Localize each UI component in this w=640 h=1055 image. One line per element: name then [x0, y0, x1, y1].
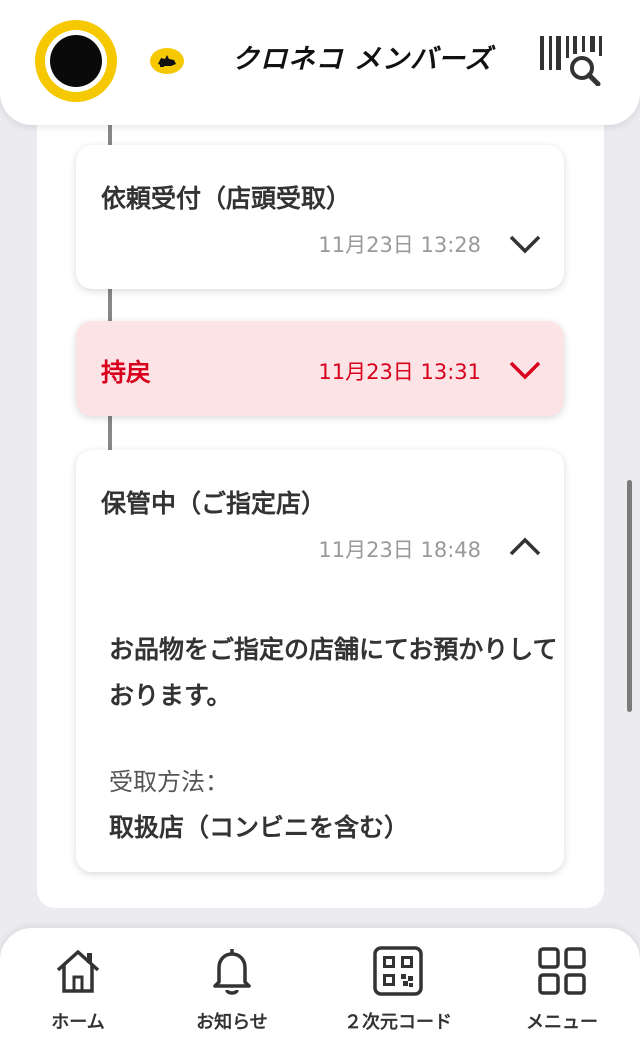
- nav-menu[interactable]: メニュー: [502, 928, 622, 1055]
- avatar-ring: [45, 30, 107, 92]
- avatar-photo: [50, 35, 102, 87]
- chevron-up-icon[interactable]: [508, 536, 542, 558]
- status-title: 依頼受付（店頭受取）: [101, 184, 352, 213]
- qr-code-icon: [373, 946, 423, 996]
- scrollbar[interactable]: [627, 480, 632, 712]
- nav-label: ２次元コード: [344, 1012, 452, 1033]
- status-time: 11月23日 18:48: [318, 538, 481, 562]
- grid-menu-icon: [538, 947, 586, 995]
- timeline-connector: [108, 125, 112, 147]
- status-detail-message: お品物をご指定の店舗にてお預かりしております。: [109, 635, 558, 710]
- timeline-connector: [108, 289, 112, 322]
- app-title: クロネコ メンバーズ: [232, 44, 493, 75]
- timeline-card-expanded[interactable]: 保管中（ご指定店） 11月23日 18:48 お品物をご指定の店舗にてお預かりし…: [76, 450, 564, 872]
- status-time: 11月23日 13:28: [318, 233, 481, 257]
- bottom-nav: ホーム お知らせ ２次元コード メニュー: [0, 928, 640, 1055]
- receive-method-label: 受取方法：: [109, 768, 229, 796]
- timeline-card-returned[interactable]: 持戻 11月23日 13:31: [76, 321, 564, 416]
- timeline-card[interactable]: 依頼受付（店頭受取） 11月23日 13:28: [76, 145, 564, 289]
- nav-notifications[interactable]: お知らせ: [172, 928, 292, 1055]
- receive-method-value: 取扱店（コンビニを含む）: [109, 813, 410, 842]
- status-title: 保管中（ご指定店）: [101, 489, 327, 518]
- app-header: クロネコ メンバーズ: [0, 0, 640, 125]
- barcode-search-icon[interactable]: [538, 36, 606, 87]
- bell-icon: [213, 949, 251, 995]
- chevron-down-icon[interactable]: [508, 359, 542, 381]
- nav-home[interactable]: ホーム: [18, 928, 138, 1055]
- status-title: 持戻: [101, 358, 152, 387]
- nav-label: ホーム: [51, 1012, 105, 1033]
- nav-label: お知らせ: [196, 1012, 268, 1033]
- chevron-down-icon[interactable]: [508, 233, 542, 255]
- home-icon: [56, 950, 100, 993]
- nav-qr-code[interactable]: ２次元コード: [338, 928, 458, 1055]
- timeline-connector: [108, 416, 112, 450]
- avatar[interactable]: [35, 20, 117, 102]
- nav-label: メニュー: [526, 1012, 598, 1033]
- status-time: 11月23日 13:31: [318, 360, 481, 384]
- black-cat-logo-icon: [150, 48, 184, 74]
